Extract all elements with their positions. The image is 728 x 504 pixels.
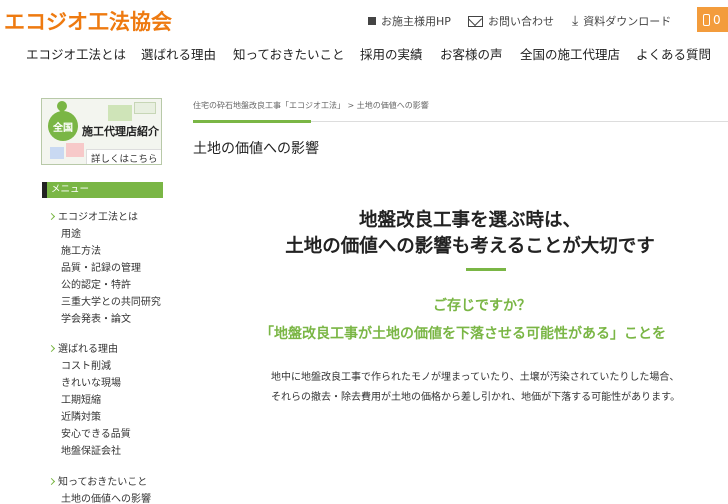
page-title: 土地の価値への影響: [193, 141, 319, 157]
sidebar-section-reasons[interactable]: 選ばれる理由: [49, 340, 118, 355]
sidebar-item[interactable]: 三重大学との共同研究: [61, 293, 161, 308]
sidebar-section-about[interactable]: エコジオ工法とは: [49, 208, 138, 223]
headline-line-1: 地盤改良工事を選ぶ時は、: [358, 210, 581, 231]
banner-title: 施工代理店紹介: [82, 125, 159, 138]
util-link-label: お施主様用HP: [381, 15, 451, 28]
sidebar-menu-heading: メニュー: [42, 182, 163, 198]
sidebar-item[interactable]: きれいな現場: [61, 374, 121, 389]
global-nav: エコジオ工法とは 選ばれる理由 知っておきたいこと 採用の実績 お客様の声 全国…: [0, 44, 728, 66]
headline-line-2: 土地の価値への影響も考えることが大切です: [285, 236, 655, 257]
map-shape: [108, 105, 132, 121]
question-text: ご存じですか？: [433, 298, 531, 314]
body-text-line-2: それらの撤去・除去費用が土地の価格から差し引かれ、地価が下落する可能性があります…: [271, 392, 681, 403]
phone-count: 0: [713, 12, 721, 27]
sidebar-item[interactable]: 地盤保証会社: [61, 442, 121, 457]
homeowner-site-link[interactable]: お施主様用HP: [368, 13, 451, 29]
nav-item-knowledge[interactable]: 知っておきたいこと: [233, 44, 345, 63]
util-link-label: お問い合わせ: [488, 15, 554, 28]
agency-banner[interactable]: 全国 施工代理店紹介 詳しくはこちら: [41, 98, 162, 165]
envelope-icon: [468, 15, 483, 27]
sidebar-item[interactable]: 施工方法: [61, 242, 101, 257]
nav-item-agencies[interactable]: 全国の施工代理店: [520, 44, 620, 63]
body-text-line-1: 地中に地盤改良工事で作られたモノが埋まっていたり、土壌が汚染されていたりした場合…: [271, 372, 680, 383]
site-logo[interactable]: エコジオ工法協会: [4, 6, 172, 36]
headline-rule: [466, 268, 506, 271]
sidebar-item[interactable]: 安心できる品質: [61, 425, 131, 440]
sidebar-item[interactable]: 学会発表・論文: [61, 310, 131, 325]
sidebar-item[interactable]: 公的認定・特許: [61, 276, 131, 291]
sidebar-item[interactable]: 用途: [61, 225, 81, 240]
nav-item-reasons[interactable]: 選ばれる理由: [141, 44, 216, 63]
sidebar-item[interactable]: 近隣対策: [61, 408, 101, 423]
square-icon: [368, 17, 376, 25]
phone-icon: [703, 13, 710, 26]
download-link[interactable]: ⤓ 資料ダウンロード: [572, 13, 671, 29]
breadcrumb[interactable]: 住宅の砕石地盤改良工事「エコジオ工法」 > 土地の価値への影響: [193, 100, 429, 111]
sidebar-section-knowledge[interactable]: 知っておきたいこと: [49, 473, 147, 488]
sidebar-item[interactable]: コスト削減: [61, 357, 111, 372]
map-shape: [134, 102, 156, 114]
sidebar-item-current[interactable]: 土地の価値への影響: [61, 490, 151, 504]
statement-text: 「地盤改良工事が土地の価値を下落させる可能性がある」ことを: [260, 326, 666, 342]
sidebar-item[interactable]: 工期短縮: [61, 391, 101, 406]
banner-details-link[interactable]: 詳しくはこちら: [86, 149, 161, 164]
nav-item-faq[interactable]: よくある質問: [636, 44, 711, 63]
download-icon: ⤓: [572, 12, 579, 29]
map-shape: [50, 147, 64, 159]
util-link-label: 資料ダウンロード: [583, 15, 672, 28]
contact-link[interactable]: お問い合わせ: [468, 13, 554, 29]
nav-item-about[interactable]: エコジオ工法とは: [26, 44, 126, 63]
nav-item-voices[interactable]: お客様の声: [440, 44, 503, 63]
nationwide-badge: 全国: [48, 111, 78, 141]
nav-item-results[interactable]: 採用の実績: [360, 44, 423, 63]
phone-button[interactable]: 0: [697, 7, 728, 32]
map-shape: [66, 143, 84, 157]
title-divider-accent: [193, 120, 311, 123]
sidebar-item[interactable]: 品質・記録の管理: [61, 259, 141, 274]
